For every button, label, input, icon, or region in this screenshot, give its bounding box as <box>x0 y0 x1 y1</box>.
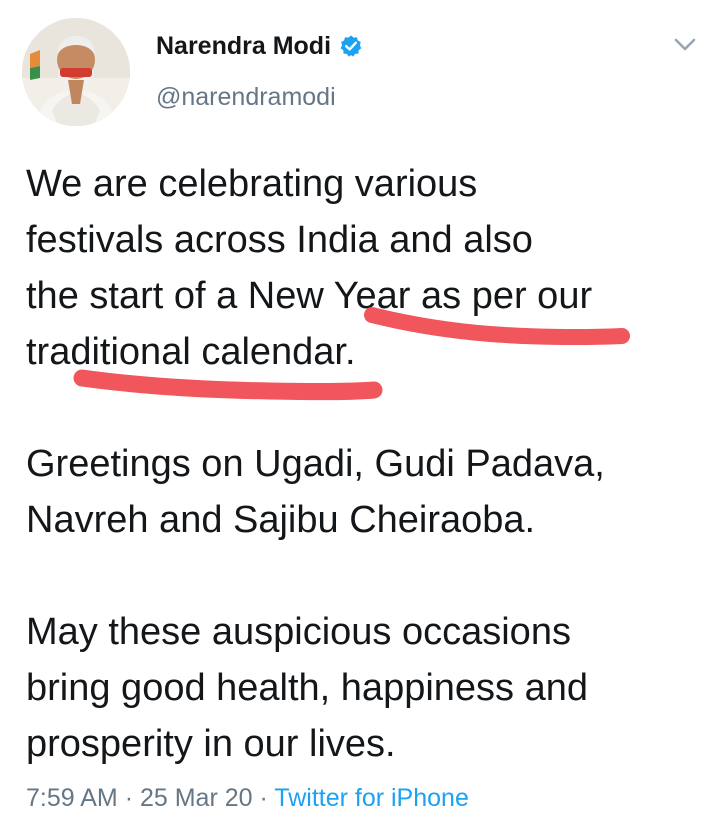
tweet-text-line: Navreh and Sajibu Cheiraoba. <box>26 499 536 541</box>
tweet-paragraph-2: Greetings on Ugadi, Gudi Padava, Navreh … <box>26 436 605 548</box>
tweet-text-line: Greetings on Ugadi, Gudi Padava, <box>26 443 605 485</box>
tweet-time[interactable]: 7:59 AM <box>26 784 118 812</box>
author-name-row[interactable]: Narendra Modi <box>156 30 363 62</box>
avatar-photo <box>22 18 130 126</box>
meta-separator: · <box>124 784 134 812</box>
red-underline-2 <box>73 369 383 401</box>
tweet: Narendra Modi @narendramodi We are celeb… <box>0 0 720 840</box>
meta-separator: · <box>259 784 268 812</box>
tweet-date[interactable]: 25 Mar 20 <box>140 784 253 812</box>
author-handle[interactable]: @narendramodi <box>156 82 336 112</box>
chevron-down-icon[interactable] <box>672 36 698 54</box>
tweet-paragraph-3: May these auspicious occasions bring goo… <box>26 604 588 772</box>
tweet-text-line: festivals across India and also <box>26 219 533 261</box>
avatar[interactable] <box>22 18 130 126</box>
tweet-meta: 7:59 AM · 25 Mar 20 · Twitter for iPhone <box>26 781 469 815</box>
verified-badge-icon <box>339 34 363 58</box>
tweet-paragraph-1: We are celebrating various festivals acr… <box>26 156 592 380</box>
tweet-text-line: traditional calendar. <box>26 331 356 373</box>
tweet-text-line: prosperity in our lives. <box>26 723 396 765</box>
tweet-text-line: the start of a New Year as per our <box>26 275 593 317</box>
tweet-text-line: May these auspicious occasions <box>26 611 571 653</box>
tweet-source-link[interactable]: Twitter for iPhone <box>274 784 469 812</box>
tweet-text-line: We are celebrating various <box>26 163 478 205</box>
tweet-text-line: bring good health, happiness and <box>26 667 589 709</box>
author-display-name[interactable]: Narendra Modi <box>156 30 331 62</box>
